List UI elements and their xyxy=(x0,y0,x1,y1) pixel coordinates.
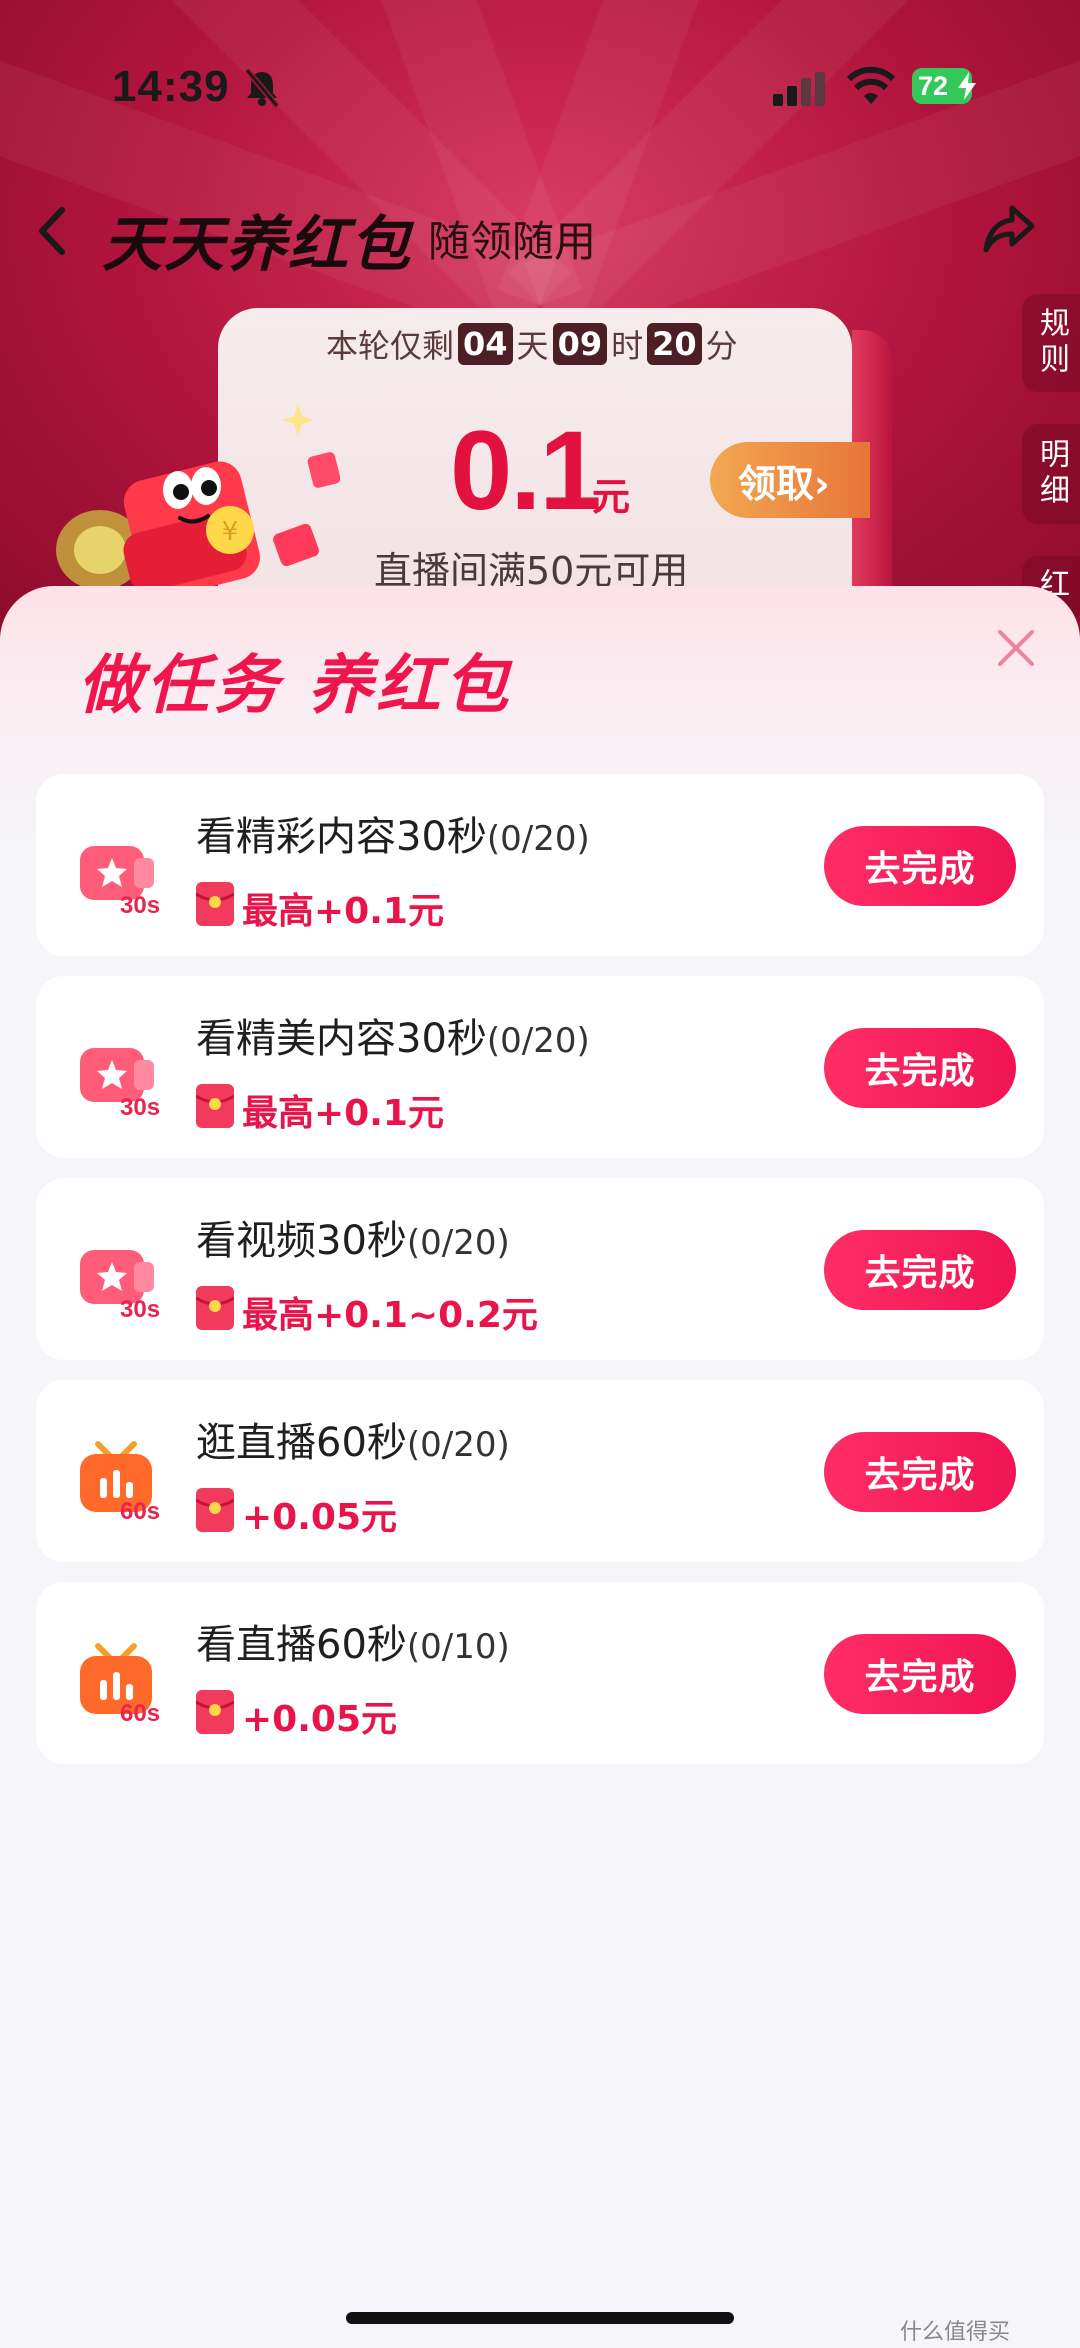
task-name-text: 看直播60秒 xyxy=(196,1622,407,1668)
red-envelope-icon xyxy=(196,882,234,926)
task-name-text: 看精彩内容30秒 xyxy=(196,814,487,860)
task-progress: (0/20) xyxy=(486,819,590,859)
countdown-days-unit: 天 xyxy=(516,327,549,365)
task-duration-badge: 30s xyxy=(120,1296,161,1323)
red-envelope-icon xyxy=(196,1084,234,1128)
red-envelope-icon xyxy=(196,1488,234,1532)
wifi-icon xyxy=(846,66,896,104)
complete-task-button[interactable]: 去完成 xyxy=(824,1028,1016,1108)
back-chevron-icon[interactable] xyxy=(34,204,70,258)
countdown-minutes: 20 xyxy=(647,323,702,365)
close-icon[interactable] xyxy=(994,626,1038,670)
page-title: 天天养红包 xyxy=(102,210,412,280)
task-name-text: 看视频30秒 xyxy=(196,1218,407,1264)
bell-muted-icon xyxy=(244,68,280,108)
task-reward: 最高+0.1~0.2元 xyxy=(242,1295,538,1336)
task-duration-badge: 60s xyxy=(120,1498,161,1525)
countdown-prefix: 本轮仅剩 xyxy=(326,327,455,365)
complete-task-button[interactable]: 去完成 xyxy=(824,1634,1016,1714)
complete-task-button[interactable]: 去完成 xyxy=(824,826,1016,906)
task-card-4: 60s 逛直播60秒(0/20) +0.05元 去完成 xyxy=(36,1380,1044,1562)
coupon-amount: 0.1 xyxy=(450,408,602,533)
task-sheet: 做任务 养红包 30s 看精彩内容30秒(0/20) 最高+0.1元 去完成 3… xyxy=(0,586,1080,2348)
task-reward: 最高+0.1元 xyxy=(242,891,444,932)
countdown-hours: 09 xyxy=(552,323,608,365)
task-title: 看精美内容30秒(0/20) xyxy=(196,1006,590,1064)
task-title: 看视频30秒(0/20) xyxy=(196,1208,510,1266)
task-progress: (0/10) xyxy=(406,1627,510,1667)
side-tab-rules[interactable]: 规则 xyxy=(1022,294,1080,392)
red-envelope-mascot-icon: ¥ xyxy=(56,404,340,598)
task-name-text: 逛直播60秒 xyxy=(196,1420,407,1466)
red-envelope-icon xyxy=(196,1690,234,1734)
countdown-days: 04 xyxy=(458,323,513,365)
task-card-3: 30s 看视频30秒(0/20) 最高+0.1~0.2元 去完成 xyxy=(36,1178,1044,1360)
status-time: 14:39 xyxy=(112,62,230,111)
charging-bolt-icon xyxy=(958,72,976,100)
watermark: 什么值得买 xyxy=(900,2320,1011,2345)
task-progress: (0/20) xyxy=(406,1223,510,1263)
task-reward: +0.05元 xyxy=(242,1497,397,1538)
complete-task-button[interactable]: 去完成 xyxy=(824,1432,1016,1512)
task-duration-badge: 30s xyxy=(120,1094,161,1121)
task-name-text: 看精美内容30秒 xyxy=(196,1016,487,1062)
status-bar: 14:39 72 xyxy=(0,0,1080,150)
task-progress: (0/20) xyxy=(406,1425,510,1465)
task-reward: 最高+0.1元 xyxy=(242,1093,444,1134)
task-duration-badge: 60s xyxy=(120,1700,161,1727)
task-card-5: 60s 看直播60秒(0/10) +0.05元 去完成 xyxy=(36,1582,1044,1764)
sheet-title: 做任务 养红包 xyxy=(78,649,513,723)
task-reward: +0.05元 xyxy=(242,1699,397,1740)
task-title: 看直播60秒(0/10) xyxy=(196,1612,510,1670)
countdown-timer: 本轮仅剩 04 天 09 时 20 分 xyxy=(326,314,738,374)
claim-button[interactable]: 领取› xyxy=(710,442,870,518)
coupon-amount-unit: 元 xyxy=(592,475,631,519)
task-card-2: 30s 看精美内容30秒(0/20) 最高+0.1元 去完成 xyxy=(36,976,1044,1158)
complete-task-button[interactable]: 去完成 xyxy=(824,1230,1016,1310)
share-icon[interactable] xyxy=(982,204,1036,254)
signal-icon xyxy=(773,72,825,106)
page-subtitle: 随领随用 xyxy=(428,217,597,266)
task-title: 逛直播60秒(0/20) xyxy=(196,1410,510,1468)
svg-text:¥: ¥ xyxy=(222,517,239,547)
task-progress: (0/20) xyxy=(486,1021,590,1061)
countdown-minutes-unit: 分 xyxy=(705,327,738,365)
countdown-hours-unit: 时 xyxy=(611,327,644,365)
task-duration-badge: 30s xyxy=(120,892,161,919)
task-title: 看精彩内容30秒(0/20) xyxy=(196,804,590,862)
task-card-1: 30s 看精彩内容30秒(0/20) 最高+0.1元 去完成 xyxy=(36,774,1044,956)
home-indicator[interactable] xyxy=(346,2312,734,2324)
side-tab-details[interactable]: 明细 xyxy=(1022,424,1080,524)
red-envelope-icon xyxy=(196,1286,234,1330)
